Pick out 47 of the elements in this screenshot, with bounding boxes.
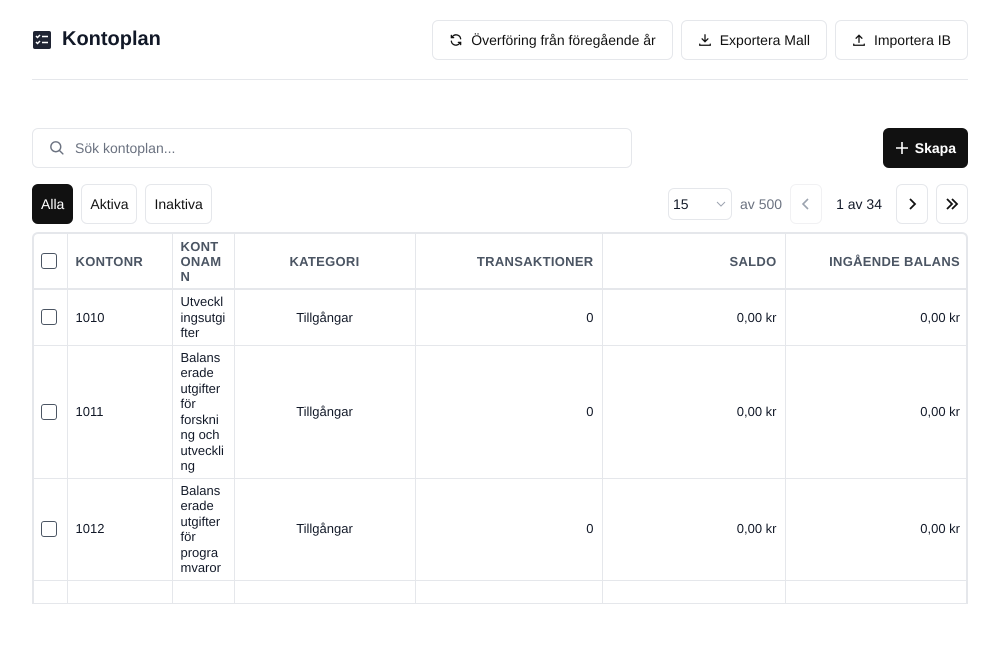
table-cell: 0,00 kr [920,521,960,536]
search-field[interactable]: Sök kontoplan... [32,128,632,168]
filter-tab[interactable]: Alla [32,184,74,224]
import-button[interactable]: Importera IB [834,20,968,60]
table-cell: 0,00 kr [736,310,776,324]
last-page-button[interactable] [936,184,968,224]
table-cell: 0 [586,310,594,324]
table-cell: 0 [586,521,594,536]
refresh-icon [449,32,464,46]
column-header: SALDO [730,254,776,268]
double-chevron-right-icon [944,197,960,211]
checkbox[interactable] [41,404,57,420]
upload-icon [852,32,866,46]
table-cell: 0,00 kr [736,521,776,536]
table-cell: 0,00 kr [920,310,960,324]
filter-tab[interactable]: Inaktiva [145,184,212,224]
table-cell: Balanserade utgifter för forskning och utveckling [180,350,224,473]
table-cell: Tillgångar [296,404,353,419]
page-indicator: 1 av 34 [835,196,883,212]
table-cell: 0,00 kr [920,404,960,419]
column-header: KONTONAMN [180,238,222,284]
create-button[interactable]: Skapa [882,128,968,168]
table-cell: 0 [586,404,594,419]
filter-tab[interactable]: Aktiva [81,184,138,224]
table-cell: Balanserade utgifter för programvaror [180,482,221,575]
download-icon [698,32,712,46]
table-cell: Tillgångar [296,310,353,324]
checkbox[interactable] [41,253,57,269]
table-cell: Utvecklingsutgifter [180,294,226,340]
export-button[interactable]: Exportera Mall [680,20,827,60]
table-cell: 1011 [76,404,104,419]
total-count: av 500 [740,196,782,212]
table-cell: 1012 [76,521,104,536]
plus-icon [894,141,909,155]
column-header: INGÅENDE BALANS [829,254,960,268]
checkbox[interactable] [41,309,57,326]
table-cell: Tillgångar [296,521,353,536]
page-title: Kontoplan [62,28,161,51]
column-header: KONTONR [76,254,144,268]
checkbox[interactable] [41,521,57,537]
transfer-button[interactable]: Överföring från föregående år [432,20,673,60]
table-cell: 0,00 kr [736,404,776,419]
page-size-select[interactable]: 15 [668,188,732,220]
column-header: TRANSAKTIONER [476,254,594,268]
checklist-icon [32,30,52,50]
column-header: KATEGORI [289,254,360,268]
table-cell: 1010 [76,310,104,324]
